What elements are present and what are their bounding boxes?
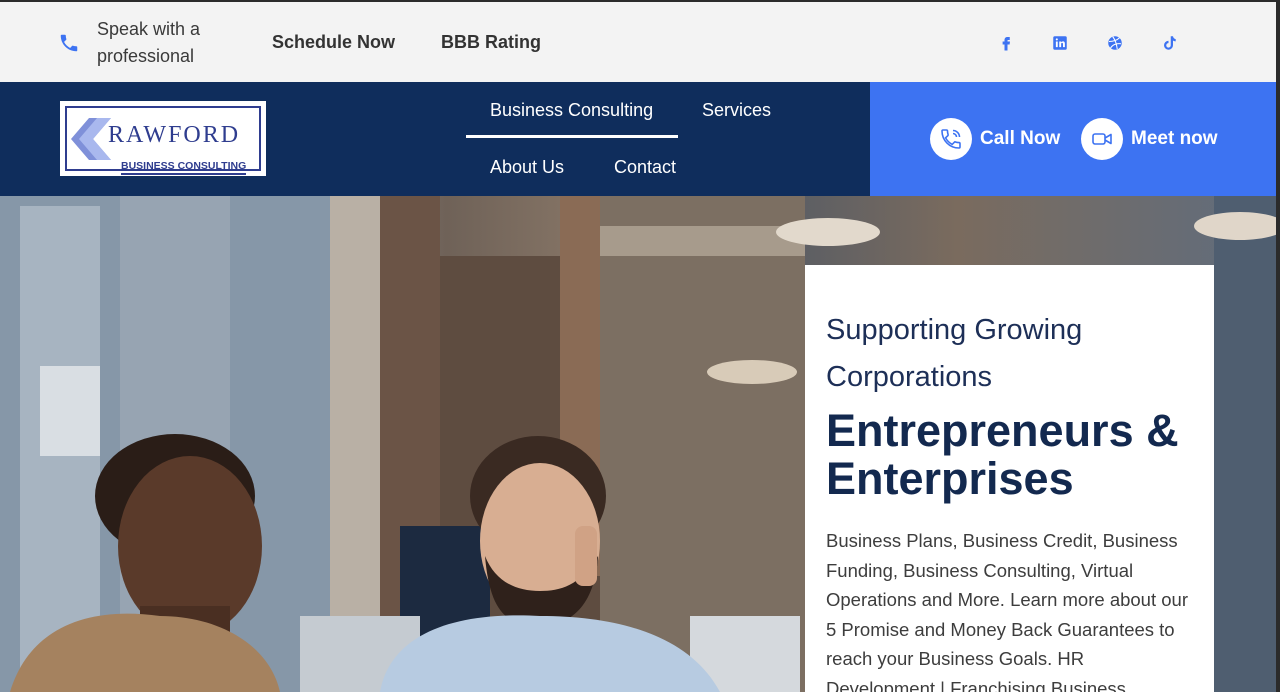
hero-section: Supporting Growing Corporations Entrepre… xyxy=(0,196,1276,692)
logo-subtitle: BUSINESS CONSULTING xyxy=(121,160,247,175)
nav-services[interactable]: Services xyxy=(702,100,771,121)
cta-panel: Call Now Meet now xyxy=(870,82,1276,196)
tiktok-icon[interactable] xyxy=(1160,33,1180,53)
hero-description: Business Plans, Business Credit, Busines… xyxy=(826,530,1188,692)
bbb-rating-link[interactable]: BBB Rating xyxy=(441,32,541,53)
logo-frame: RAWFORD BUSINESS CONSULTING xyxy=(65,106,261,175)
call-now-button[interactable]: Call Now xyxy=(930,118,1060,160)
linkedin-icon[interactable] xyxy=(1050,33,1070,53)
dribbble-icon[interactable] xyxy=(1105,33,1125,53)
top-bar: Speak with a professional Schedule Now B… xyxy=(0,0,1280,82)
nav-business-consulting[interactable]: Business Consulting xyxy=(490,100,653,121)
nav-contact[interactable]: Contact xyxy=(614,157,676,178)
logo-name: RAWFORD xyxy=(108,122,241,148)
facebook-icon[interactable] xyxy=(996,33,1016,53)
meet-now-button[interactable]: Meet now xyxy=(1081,118,1218,160)
window-edge xyxy=(1276,0,1280,692)
active-nav-underline xyxy=(466,135,678,138)
hero-info-card: Supporting Growing Corporations Entrepre… xyxy=(805,265,1214,692)
phone-call-icon xyxy=(930,118,972,160)
company-logo[interactable]: RAWFORD BUSINESS CONSULTING xyxy=(60,101,266,176)
call-now-label: Call Now xyxy=(980,128,1061,149)
phone-icon xyxy=(58,32,80,54)
video-camera-icon xyxy=(1081,118,1123,160)
nav-about-us[interactable]: About Us xyxy=(490,157,564,178)
hero-subtitle: Supporting Growing Corporations xyxy=(826,314,1083,393)
hero-title: Entrepreneurs & Enterprises xyxy=(826,405,1179,504)
schedule-now-link[interactable]: Schedule Now xyxy=(272,32,395,53)
meet-now-label: Meet now xyxy=(1131,128,1218,149)
speak-with-professional-text: Speak with a professional xyxy=(97,19,201,66)
main-navbar: RAWFORD BUSINESS CONSULTING Business Con… xyxy=(0,82,870,196)
